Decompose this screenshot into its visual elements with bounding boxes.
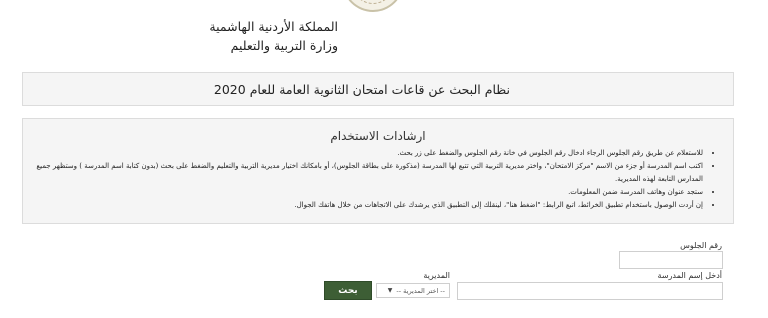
- seat-number-label: رقم الجلوس: [680, 241, 722, 250]
- seat-number-input[interactable]: [619, 251, 723, 269]
- instruction-item: إن أردت الوصول باستخدام تطبيق الخرائط، ا…: [13, 199, 703, 212]
- instruction-item: اكتب اسم المدرسة أو جزء من الاسم "مركز ا…: [13, 160, 703, 186]
- search-button[interactable]: بحث: [324, 281, 372, 300]
- ministry-seal-icon: [342, 0, 404, 12]
- system-title-panel: نظام البحث عن قاعات امتحان الثانوية العا…: [22, 72, 734, 106]
- school-name-label: أدخل إسم المدرسة: [657, 271, 722, 280]
- kingdom-name: المملكة الأردنية الهاشمية: [209, 19, 338, 34]
- chevron-down-icon: ▼: [387, 287, 393, 294]
- ministry-name: وزارة التربية والتعليم: [230, 38, 338, 53]
- directorate-select[interactable]: -- اختر المديرية -- ▼: [376, 283, 450, 298]
- instructions-panel: ارشادات الاستخدام للاستعلام عن طريق رقم …: [22, 118, 734, 224]
- instruction-item: ستجد عنوان وهاتف المدرسة ضمن المعلومات.: [13, 186, 703, 199]
- ministry-header: المملكة الأردنية الهاشمية وزارة التربية …: [209, 17, 338, 55]
- directorate-selected-value: -- اختر المديرية --: [396, 286, 445, 295]
- directorate-label: المديرية: [423, 271, 450, 280]
- instructions-list: للاستعلام عن طريق رقم الجلوس الرجاء ادخا…: [13, 147, 719, 212]
- school-name-input[interactable]: [457, 282, 723, 300]
- instruction-item: للاستعلام عن طريق رقم الجلوس الرجاء ادخا…: [13, 147, 703, 160]
- page-title: نظام البحث عن قاعات امتحان الثانوية العا…: [213, 82, 510, 97]
- instructions-title: ارشادات الاستخدام: [330, 129, 426, 143]
